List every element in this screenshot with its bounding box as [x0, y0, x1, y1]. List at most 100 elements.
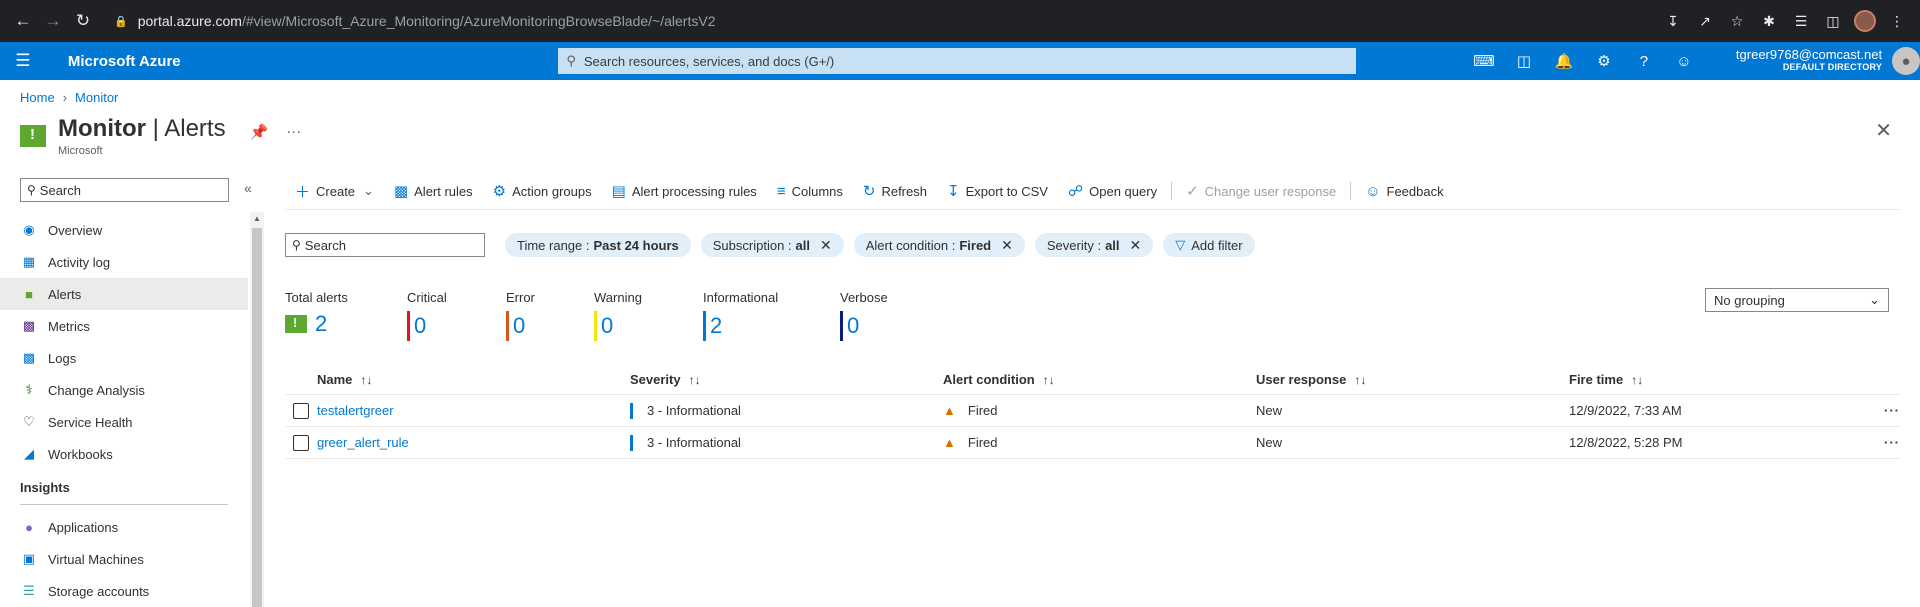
subscription-filter[interactable]: Subscription : all ✕ [700, 233, 844, 257]
table-row[interactable]: testalertgreer 3 - Informational ▲ Fired … [285, 395, 1900, 427]
change-user-response-button[interactable]: ✓ Change user response [1176, 178, 1346, 204]
remove-filter-icon[interactable]: ✕ [1001, 237, 1013, 254]
more-options-icon[interactable]: ··· [286, 123, 301, 141]
sort-icon[interactable]: ↑↓ [1354, 373, 1366, 387]
summary-error[interactable]: Error 0 [506, 290, 594, 341]
sidebar-search-input[interactable] [39, 182, 222, 198]
settings-gear-icon[interactable]: ⚙ [1586, 43, 1622, 79]
feedback-button[interactable]: ☺ Feedback [1355, 178, 1453, 204]
columns-button[interactable]: ≡ Columns [767, 178, 853, 204]
install-icon[interactable]: ↧ [1658, 6, 1688, 36]
remove-filter-icon[interactable]: ✕ [820, 237, 832, 254]
sidebar-item-activity-log[interactable]: ▦ Activity log [0, 246, 248, 278]
alerts-search-input[interactable] [304, 237, 478, 253]
pin-icon[interactable]: 📌 [250, 123, 269, 141]
directory-filter-icon[interactable]: ◫ [1506, 43, 1542, 79]
plus-icon: ＋ [295, 183, 311, 201]
alert-condition-filter[interactable]: Alert condition : Fired ✕ [853, 233, 1025, 257]
summary-warning[interactable]: Warning 0 [594, 290, 703, 341]
metrics-icon: ▩ [22, 318, 36, 333]
close-blade-icon[interactable]: ✕ [1875, 118, 1892, 143]
sidebar-item-virtual-machines[interactable]: ▣ Virtual Machines [0, 543, 248, 575]
forward-icon[interactable]: → [38, 6, 68, 36]
browser-menu-icon[interactable]: ⋮ [1882, 6, 1912, 36]
remove-filter-icon[interactable]: ✕ [1130, 237, 1142, 254]
alert-rules-button[interactable]: ▩ Alert rules [384, 178, 483, 204]
media-icon[interactable]: ☰ [1786, 6, 1816, 36]
user-avatar-icon[interactable]: ● [1892, 47, 1920, 75]
cloud-shell-icon[interactable]: ⌨ [1466, 43, 1502, 79]
row-more-icon[interactable]: ··· [1882, 435, 1900, 450]
add-filter-button[interactable]: ▽ Add filter [1163, 233, 1255, 257]
header-response[interactable]: User response ↑↓ [1256, 372, 1569, 387]
sidebar-item-overview[interactable]: ◉ Overview [0, 214, 248, 246]
scroll-up-icon[interactable]: ▲ [253, 214, 261, 223]
reload-icon[interactable]: ↻ [68, 6, 98, 36]
notifications-bell-icon[interactable]: 🔔 [1546, 43, 1582, 79]
open-query-button[interactable]: ☍ Open query [1058, 178, 1167, 204]
alert-processing-rules-button[interactable]: ▤ Alert processing rules [602, 178, 767, 204]
summary-informational[interactable]: Informational 2 [703, 290, 840, 341]
back-icon[interactable]: ← [8, 6, 38, 36]
summary-total[interactable]: Total alerts 2 [285, 290, 407, 341]
share-icon[interactable]: ↗ [1690, 6, 1720, 36]
header-time[interactable]: Fire time ↑↓ [1569, 372, 1882, 387]
sort-icon[interactable]: ↑↓ [1043, 373, 1055, 387]
scrollbar-thumb[interactable] [252, 228, 262, 607]
sidebar-item-label: Metrics [48, 318, 90, 334]
global-search-input[interactable] [583, 53, 1348, 69]
sidebar-scrollbar[interactable]: ▲ [250, 212, 264, 607]
toolbar-divider [1350, 182, 1352, 200]
extensions-icon[interactable]: ✱ [1754, 6, 1784, 36]
sort-icon[interactable]: ↑↓ [360, 373, 372, 387]
refresh-button[interactable]: ↻ Refresh [853, 178, 937, 204]
sidebar-item-logs[interactable]: ▩ Logs [0, 342, 248, 374]
sidebar-item-label: Logs [48, 350, 77, 366]
sidebar-item-metrics[interactable]: ▩ Metrics [0, 310, 248, 342]
global-search[interactable]: ⚲ [558, 48, 1356, 74]
sort-icon[interactable]: ↑↓ [1631, 373, 1643, 387]
bookmark-star-icon[interactable]: ☆ [1722, 6, 1752, 36]
breadcrumb-monitor[interactable]: Monitor [75, 90, 118, 105]
create-button[interactable]: ＋ Create ⌄ [285, 178, 384, 204]
url-path: /#view/Microsoft_Azure_Monitoring/AzureM… [241, 13, 716, 29]
sidebar-search[interactable]: ⚲ [20, 178, 229, 202]
row-more-icon[interactable]: ··· [1882, 403, 1900, 418]
grouping-dropdown[interactable]: No grouping ⌄ [1705, 288, 1889, 312]
header-condition[interactable]: Alert condition ↑↓ [943, 372, 1256, 387]
summary-verbose[interactable]: Verbose 0 [840, 290, 930, 341]
sidebar-item-storage-accounts[interactable]: ☰ Storage accounts [0, 575, 248, 607]
severity-filter[interactable]: Severity : all ✕ [1034, 233, 1154, 257]
alert-name-link[interactable]: testalertgreer [317, 403, 394, 418]
brand-title[interactable]: Microsoft Azure [46, 53, 558, 70]
hamburger-menu-icon[interactable]: ☰ [0, 51, 46, 71]
sidebar-item-service-health[interactable]: ♡ Service Health [0, 406, 248, 438]
account-info[interactable]: tgreer9768@comcast.net DEFAULT DIRECTORY [1736, 48, 1882, 74]
alerts-search[interactable]: ⚲ [285, 233, 485, 257]
row-checkbox[interactable] [293, 402, 309, 419]
summary-label: Error [506, 290, 535, 305]
profile-avatar[interactable] [1850, 6, 1880, 36]
sidebar-item-workbooks[interactable]: ◢ Workbooks [0, 438, 248, 470]
sort-icon[interactable]: ↑↓ [689, 373, 701, 387]
row-checkbox[interactable] [293, 434, 309, 451]
header-severity[interactable]: Severity ↑↓ [630, 372, 943, 387]
collapse-sidebar-icon[interactable]: « [244, 180, 252, 196]
table-row[interactable]: greer_alert_rule 3 - Informational ▲ Fire… [285, 427, 1900, 459]
browser-chrome: ← → ↻ 🔒 portal.azure.com/#view/Microsoft… [0, 0, 1920, 42]
feedback-person-icon[interactable]: ☺ [1666, 43, 1702, 79]
help-icon[interactable]: ? [1626, 43, 1662, 79]
address-bar[interactable]: 🔒 portal.azure.com/#view/Microsoft_Azure… [104, 6, 1650, 36]
sidebar-item-alerts[interactable]: ■ Alerts [0, 278, 248, 310]
export-csv-button[interactable]: ↧ Export to CSV [937, 178, 1058, 204]
alert-name-link[interactable]: greer_alert_rule [317, 435, 409, 450]
header-label: Name [317, 372, 353, 387]
action-groups-button[interactable]: ⚙ Action groups [483, 178, 602, 204]
side-panel-icon[interactable]: ◫ [1818, 6, 1848, 36]
header-name[interactable]: Name ↑↓ [285, 372, 630, 387]
time-range-filter[interactable]: Time range : Past 24 hours [505, 233, 691, 257]
summary-critical[interactable]: Critical 0 [407, 290, 506, 341]
sidebar-item-applications[interactable]: ● Applications [0, 511, 248, 543]
sidebar-item-change-analysis[interactable]: ⚕ Change Analysis [0, 374, 248, 406]
breadcrumb-home[interactable]: Home [20, 90, 55, 105]
